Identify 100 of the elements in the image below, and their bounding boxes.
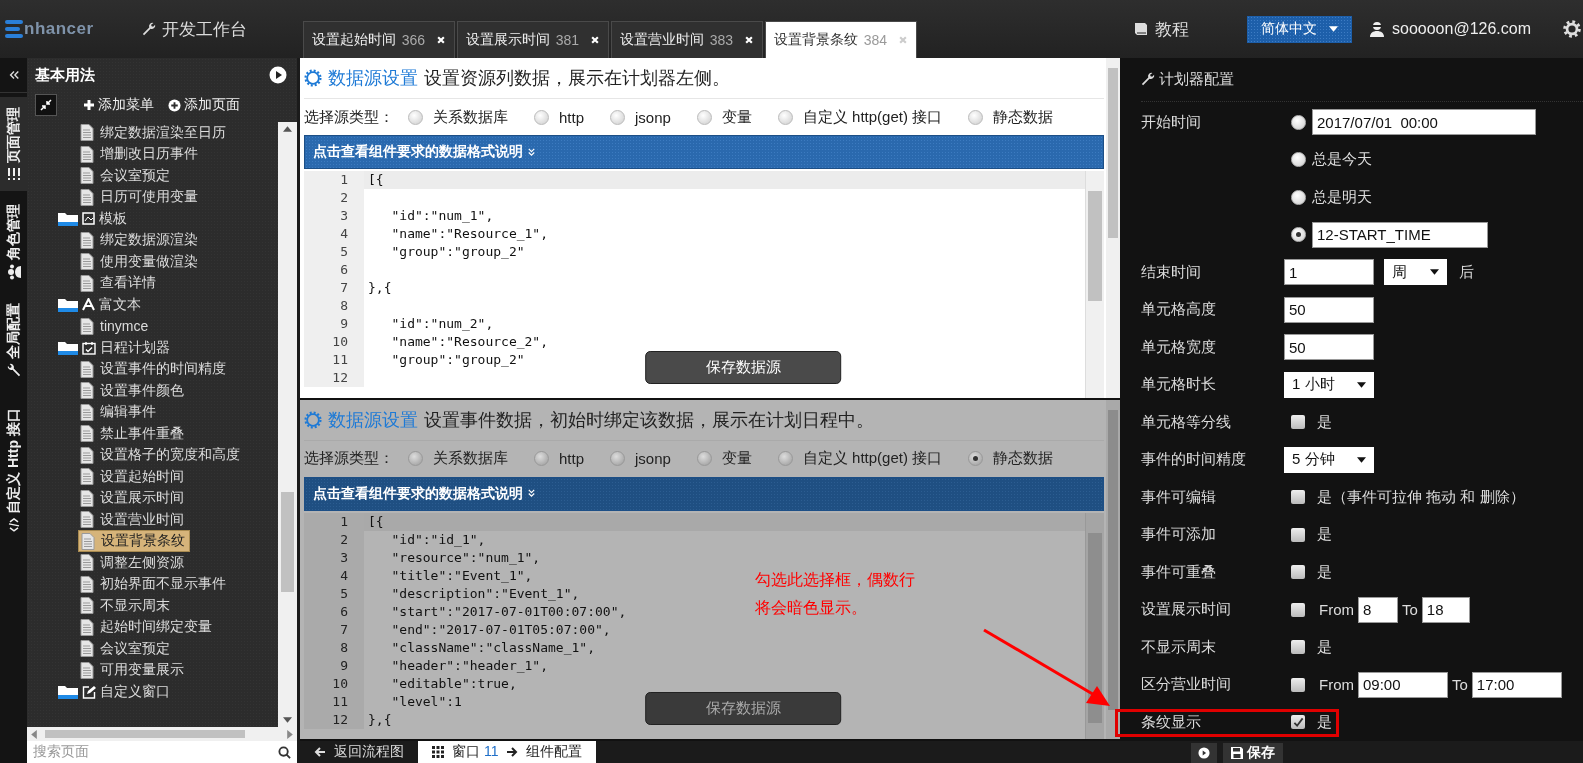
radio-button[interactable] [1291,114,1306,130]
page-item[interactable]: 设置营业时间 [78,509,188,530]
checkbox[interactable] [1291,527,1305,542]
page-item[interactable]: 初始界面不显示事件 [78,574,230,595]
radio-button[interactable] [968,109,984,125]
page-item[interactable]: 设置事件颜色 [78,380,188,401]
run-button[interactable] [1191,743,1217,763]
scroll-down-icon[interactable] [283,717,292,723]
field-label: 单元格宽度 [1141,336,1217,357]
scrollbar-thumb[interactable] [1088,532,1102,723]
page-item[interactable]: 日历可使用变量 [78,187,202,208]
scrollbar-thumb[interactable] [1108,68,1118,238]
page-item[interactable]: 会议室预定 [78,165,174,186]
editor-tab[interactable]: 设置背景条纹 384 [764,21,917,58]
checkbox[interactable] [1291,565,1305,580]
radio-button[interactable] [610,109,626,125]
scroll-right-icon[interactable] [287,729,293,739]
logo-icon [5,19,23,39]
scrollbar-thumb[interactable] [45,730,245,738]
text-field[interactable]: 50 [1284,334,1374,361]
editor-scrollbar[interactable] [1085,512,1104,739]
panel-scrollbar[interactable] [1106,399,1120,739]
checkbox[interactable] [1291,715,1305,730]
radio-button[interactable] [968,451,984,466]
dropdown[interactable]: 5 分钟 [1284,446,1374,473]
page-item[interactable]: 禁止事件重叠 [78,423,188,444]
page-item[interactable]: 起始时间绑定变量 [78,617,216,638]
scroll-up-icon[interactable] [283,126,292,132]
dropdown[interactable]: 1 小时 [1284,371,1374,398]
page-item[interactable]: 不显示周末 [78,595,174,616]
scrollbar-thumb[interactable] [1088,191,1102,301]
folder-label[interactable]: 模板 [99,209,127,228]
scrollbar-thumb[interactable] [281,492,294,592]
window-tab[interactable]: 窗口 11 组件配置 [418,741,597,763]
folder-label[interactable]: 日程计划器 [100,338,170,357]
workbench-link[interactable]: 开发工作台 [141,17,247,41]
save-data-source-button[interactable]: 保存数据源 [645,350,842,384]
radio-button[interactable] [777,109,793,125]
text-field[interactable]: 18 [1421,596,1470,623]
save-data-source-button[interactable]: 保存数据源 [645,692,842,725]
panel-scrollbar[interactable] [1106,58,1120,398]
user-menu[interactable]: sooooon@126.com [1370,20,1531,38]
scroll-left-icon[interactable] [31,729,37,739]
save-button[interactable]: 保存 [1223,743,1283,763]
checkbox[interactable] [1291,602,1305,617]
collapse-button[interactable] [35,94,57,116]
text-field[interactable]: 1 [1284,259,1374,286]
checkbox[interactable] [1291,415,1305,430]
radio-button[interactable] [610,451,626,466]
radio-button[interactable] [1291,227,1306,243]
scrollbar-thumb[interactable] [1108,409,1118,710]
vertical-scrollbar[interactable] [278,122,297,727]
page-item[interactable]: 设置起始时间 [78,466,188,487]
page-item[interactable]: 查看详情 [78,273,160,294]
page-item[interactable]: 绑定数据源渲染 [78,230,202,251]
radio-button[interactable] [777,451,793,466]
page-item[interactable]: 设置事件的时间精度 [78,359,230,380]
text-field[interactable]: 09:00 [1358,671,1448,698]
page-item[interactable]: 增删改日历事件 [78,144,202,165]
radio-button[interactable] [534,109,549,125]
page-item[interactable]: 可用变量展示 [78,660,188,681]
editor-tab[interactable]: 设置营业时间 383 [610,21,763,58]
format-hint-bar[interactable]: 点击查看组件要求的数据格式说明 [304,135,1104,169]
page-item[interactable]: 使用变量做渲染 [78,251,202,272]
language-dropdown[interactable]: 简体中文 [1247,15,1352,43]
text-field[interactable]: 17:00 [1471,671,1562,698]
page-item[interactable]: 编辑事件 [78,402,160,423]
radio-button[interactable] [534,451,549,466]
page-item[interactable]: 绑定数据渲染至日历 [78,122,230,143]
folder-label[interactable]: 富文本 [99,295,141,314]
checkbox[interactable] [1291,677,1305,692]
folder-label[interactable]: 自定义窗口 [100,682,170,701]
radio-button[interactable] [1291,152,1306,168]
horizontal-scrollbar[interactable] [27,727,297,741]
format-hint-bar[interactable]: 点击查看组件要求的数据格式说明 [304,476,1104,511]
checkbox[interactable] [1291,640,1305,655]
editor-tab[interactable]: 设置展示时间 381 [456,21,609,58]
editor-tab[interactable]: 设置起始时间 366 [302,21,455,58]
text-field[interactable]: 8 [1358,596,1398,623]
radio-button[interactable] [408,451,423,466]
add-menu-link[interactable]: 添加菜单 [83,96,154,114]
page-item[interactable]: 会议室预定 [78,638,174,659]
page-item[interactable]: 调整左侧资源 [78,552,188,573]
radio-button[interactable] [696,451,712,466]
text-field[interactable]: 50 [1284,296,1374,323]
checkbox[interactable] [1291,490,1305,505]
nav-tab[interactable]: 页面管理 [0,97,27,191]
page-item[interactable]: 设置背景条纹 [78,530,190,553]
page-item[interactable]: tinymce [78,316,153,336]
dropdown[interactable]: 周 [1384,259,1447,286]
page-item[interactable]: 设置展示时间 [78,488,188,509]
page-item[interactable]: 设置格子的宽度和高度 [78,445,244,466]
tutorial-link[interactable]: 教程 [1133,17,1189,41]
add-page-link[interactable]: 添加页面 [168,96,240,114]
radio-button[interactable] [408,109,423,125]
text-field[interactable]: 2017/07/01 00:00 [1312,109,1536,136]
text-field[interactable]: 12-START_TIME [1312,221,1488,248]
page-icon [80,188,94,206]
radio-button[interactable] [1291,189,1306,205]
radio-button[interactable] [696,109,712,125]
